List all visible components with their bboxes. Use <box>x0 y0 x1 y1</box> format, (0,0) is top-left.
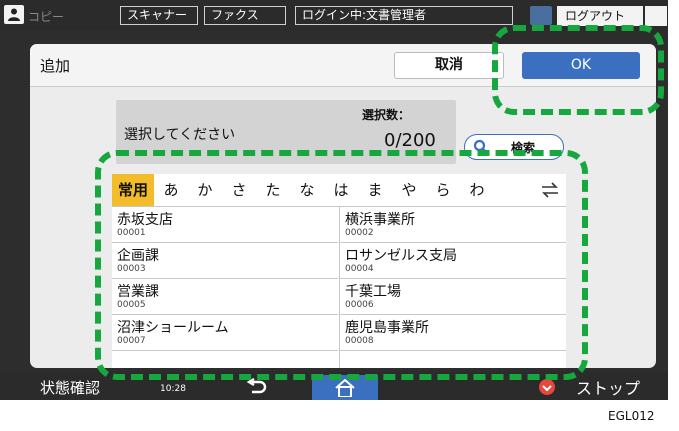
dialog-title: 追加 <box>40 57 71 75</box>
tab-fax[interactable]: ファクス <box>204 6 286 25</box>
tab-scanner[interactable]: スキャナー <box>120 6 198 25</box>
callout-list-highlight <box>95 150 588 380</box>
copy-tab-label[interactable]: コピー <box>28 8 64 25</box>
stop-button[interactable]: ストップ <box>576 375 640 399</box>
back-icon[interactable] <box>246 378 268 396</box>
callout-ok-highlight <box>492 25 664 115</box>
stop-icon[interactable] <box>538 378 556 396</box>
figure-code: EGL012 <box>608 409 655 423</box>
logout-button[interactable]: ログアウト <box>557 6 643 26</box>
user-button[interactable] <box>4 5 24 24</box>
cancel-button[interactable]: 取消 <box>394 52 504 79</box>
selection-count-label: 選択数： <box>362 108 411 122</box>
login-status: ログイン中:文書管理者 <box>295 6 513 25</box>
home-icon <box>335 379 355 397</box>
clock: 10:28 <box>160 384 186 394</box>
selection-count-value: 0/200 <box>384 130 436 151</box>
selection-prompt: 選択してください <box>124 127 236 143</box>
search-tab-icon[interactable] <box>530 6 552 25</box>
status-check-button[interactable]: 状態確認 <box>40 377 100 398</box>
user-icon <box>8 8 20 21</box>
energy-saver-button[interactable] <box>645 6 667 26</box>
